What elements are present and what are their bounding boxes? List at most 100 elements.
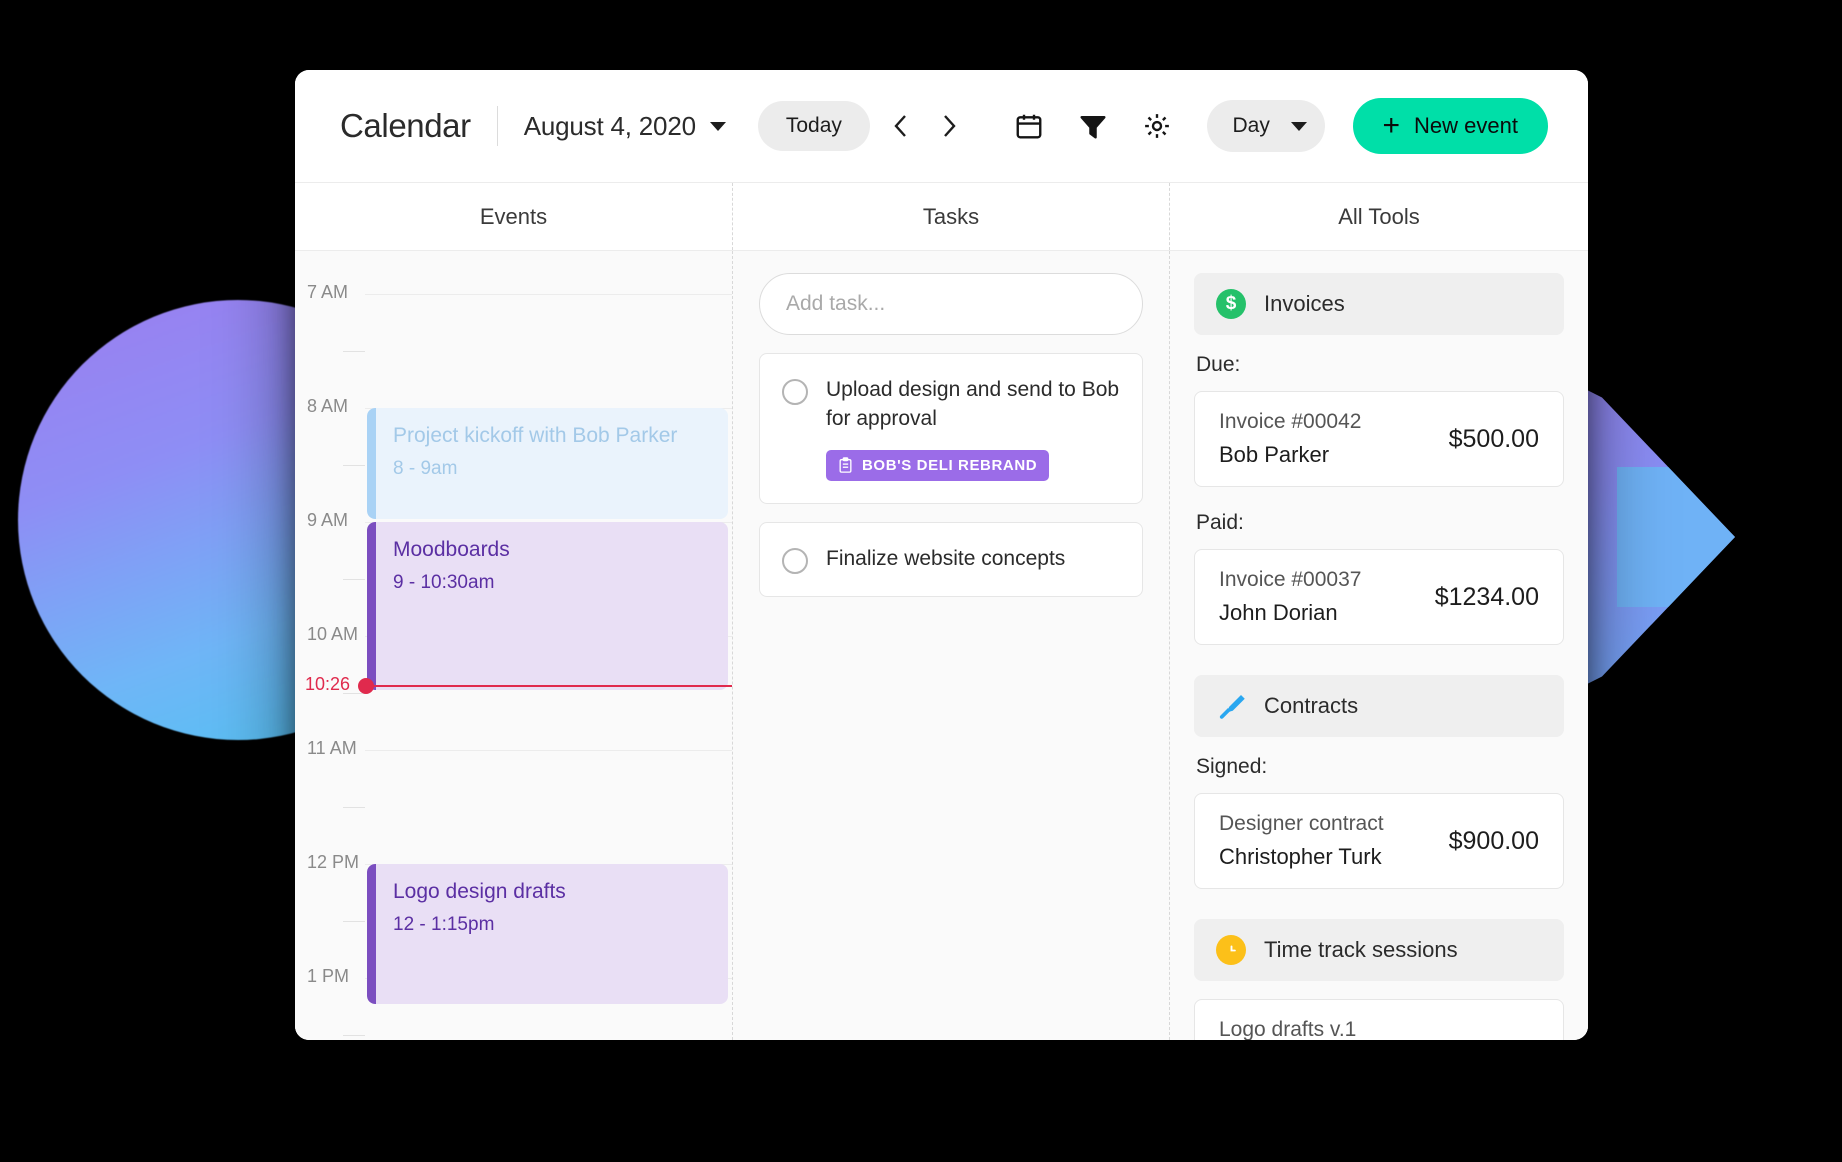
all-tools-panel: $InvoicesDue:Invoice #00042Bob Parker$50… [1169,251,1588,1040]
tool-item-title: Invoice #00042 [1219,410,1361,434]
event-title: Moodboards [393,538,728,562]
tool-item-subtitle: John Dorian [1219,600,1361,626]
task-text: Finalize website concepts [826,545,1120,574]
calendar-event[interactable]: Logo design drafts 12 - 1:15pm [367,864,728,1004]
hour-gridline [365,750,732,751]
half-hour-tick [343,921,365,922]
calendar-icon[interactable] [1007,104,1051,148]
current-time-label: 10:26 [305,674,350,695]
hour-label: 9 AM [307,510,348,531]
task-content: Upload design and send to Bob for approv… [826,376,1120,481]
half-hour-tick [343,351,365,352]
event-time: 9 - 10:30am [393,572,728,594]
tool-item-info: Invoice #00037 John Dorian [1219,568,1361,626]
task-checkbox[interactable] [782,379,808,405]
tool-item-info: Logo drafts v.1 [1219,1018,1356,1040]
view-mode-select[interactable]: Day [1207,100,1325,152]
column-header-tasks: Tasks [732,183,1169,250]
chevron-down-icon [710,122,726,131]
event-time: 12 - 1:15pm [393,914,728,936]
screenshot-stage: Calendar August 4, 2020 Today [0,0,1842,1162]
app-header: Calendar August 4, 2020 Today [295,70,1588,183]
calendar-event[interactable]: Project kickoff with Bob Parker 8 - 9am [367,408,728,519]
hour-label: 8 AM [307,396,348,417]
calendar-event[interactable]: Moodboards 9 - 10:30am [367,522,728,690]
dollar-circle-icon: $ [1216,289,1246,319]
clock-icon [1216,935,1246,965]
hour-label: 7 AM [307,282,348,303]
gear-icon[interactable] [1135,104,1179,148]
hour-label: 10 AM [307,624,358,645]
today-button[interactable]: Today [758,101,870,151]
tool-section-header[interactable]: Time track sessions [1194,919,1564,981]
hour-gridline [365,294,732,295]
hour-label: 11 AM [307,738,357,759]
header-divider [497,106,498,146]
tool-item-info: Invoice #00042 Bob Parker [1219,410,1361,468]
filter-icon[interactable] [1071,104,1115,148]
date-selector[interactable]: August 4, 2020 [524,111,726,142]
event-color-bar [367,864,376,1004]
task-checkbox[interactable] [782,548,808,574]
calendar-app-window: Calendar August 4, 2020 Today [295,70,1588,1040]
tool-item-amount: $900.00 [1449,827,1539,856]
hour-row: 11 AM [295,750,732,864]
tool-group-label: Paid: [1196,511,1564,535]
events-timeline[interactable]: 7 AM8 AM9 AM10 AM11 AM12 PM1 PMProject k… [295,251,732,1040]
new-event-label: New event [1414,113,1518,139]
tool-item-card[interactable]: Invoice #00042Bob Parker$500.00 [1194,391,1564,487]
current-time-line [365,685,732,687]
chevron-down-icon [1291,122,1307,131]
page-title: Calendar [340,107,471,145]
event-color-bar [367,522,376,690]
task-card[interactable]: Finalize website concepts [759,522,1143,597]
tool-section-header[interactable]: $ Invoices [1194,273,1564,335]
event-time: 8 - 9am [393,458,728,480]
hour-label: 1 PM [307,966,349,987]
current-date-label: August 4, 2020 [524,111,696,142]
prev-day-button[interactable] [884,109,918,143]
clipboard-icon [838,457,853,473]
add-task-input[interactable] [759,273,1143,335]
new-event-button[interactable]: + New event [1353,98,1548,154]
app-body: 7 AM8 AM9 AM10 AM11 AM12 PM1 PMProject k… [295,251,1588,1040]
next-day-button[interactable] [932,109,966,143]
task-tag[interactable]: BOB'S DELI REBRAND [826,450,1049,481]
task-card[interactable]: Upload design and send to Bob for approv… [759,353,1143,504]
event-title: Logo design drafts [393,880,728,904]
task-tag-label: BOB'S DELI REBRAND [862,457,1037,474]
tool-item-card[interactable]: Logo drafts v.1 [1194,999,1564,1040]
tool-section-name: Time track sessions [1264,937,1458,963]
task-list: Upload design and send to Bob for approv… [759,353,1143,597]
tool-section-name: Invoices [1264,291,1345,317]
tool-item-info: Designer contract Christopher Turk [1219,812,1384,870]
task-content: Finalize website concepts [826,545,1120,574]
view-mode-label: Day [1233,114,1270,138]
column-header-events: Events [295,183,732,250]
column-headers: Events Tasks All Tools [295,183,1588,251]
hour-label: 12 PM [307,852,359,873]
hour-row: 7 AM [295,294,732,408]
event-color-bar [367,408,376,519]
tool-item-title: Logo drafts v.1 [1219,1018,1356,1040]
half-hour-tick [343,1035,365,1036]
column-header-tools: All Tools [1169,183,1588,250]
tool-item-subtitle: Christopher Turk [1219,844,1384,870]
plus-icon: + [1383,111,1401,141]
tool-section-name: Contracts [1264,693,1358,719]
tool-item-card[interactable]: Invoice #00037 John Dorian $1234.00 [1194,549,1564,645]
half-hour-tick [343,579,365,580]
task-text: Upload design and send to Bob for approv… [826,376,1120,434]
tool-item-card[interactable]: Designer contract Christopher Turk $900.00 [1194,793,1564,889]
event-title: Project kickoff with Bob Parker [393,424,728,448]
tool-section-header[interactable]: Contracts [1194,675,1564,737]
tool-item-amount: $1234.00 [1435,583,1539,612]
pen-nib-icon [1216,691,1246,721]
tool-item-title: Designer contract [1219,812,1384,836]
tool-item-title: Invoice #00037 [1219,568,1361,592]
tool-group-label: Due: [1196,353,1564,377]
half-hour-tick [343,465,365,466]
half-hour-tick [343,807,365,808]
tool-item-subtitle: Bob Parker [1219,442,1361,468]
tool-group-label: Signed: [1196,755,1564,779]
